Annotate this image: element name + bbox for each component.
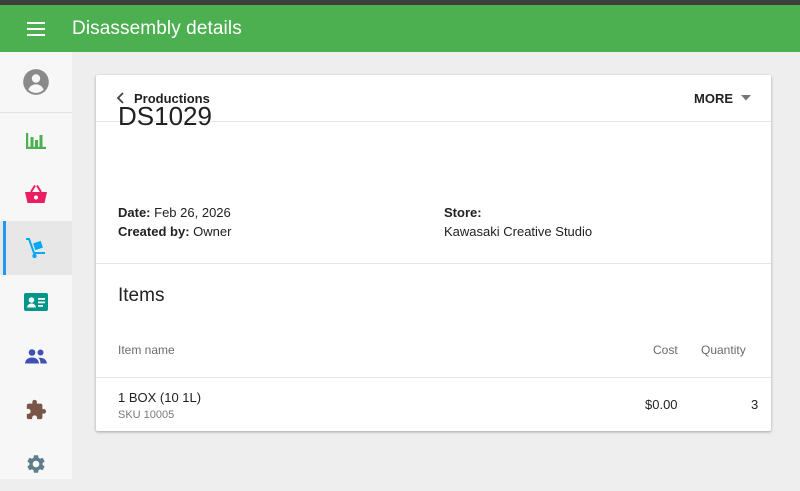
document-id: DS1029 xyxy=(118,101,212,131)
created-by-label: Created by: xyxy=(118,224,190,239)
item-quantity: 3 xyxy=(751,397,759,412)
gear-icon xyxy=(27,455,45,473)
sidebar-item-employees[interactable] xyxy=(0,329,72,383)
date-row: Date: Feb 26, 2026 xyxy=(118,203,231,222)
sidebar-item-sales[interactable] xyxy=(0,167,72,221)
sidebar-item-inventory[interactable] xyxy=(0,221,72,275)
store-value: Kawasaki Creative Studio xyxy=(444,224,593,239)
sidebar-item-integrations[interactable] xyxy=(0,383,72,437)
date-label: Date: xyxy=(118,205,151,220)
caret-down-icon xyxy=(741,95,751,101)
section-divider xyxy=(96,263,771,264)
store-label: Store: xyxy=(444,205,482,220)
item-name: 1 BOX (10 1L) xyxy=(118,390,202,405)
meta-left: Date: Feb 26, 2026 Created by: Owner xyxy=(118,203,231,241)
created-by-value: Owner xyxy=(193,224,232,239)
puzzle-icon xyxy=(26,399,47,420)
people-icon xyxy=(25,349,47,364)
column-header-cost: Cost xyxy=(653,343,678,357)
sidebar-item-reports[interactable] xyxy=(0,113,72,167)
basket-icon xyxy=(25,184,47,203)
item-sku: SKU 10005 xyxy=(118,409,175,421)
created-by-row: Created by: Owner xyxy=(118,222,231,241)
hamburger-menu-icon xyxy=(27,21,45,36)
meta-right: Store: Kawasaki Creative Studio xyxy=(444,203,592,241)
column-header-quantity: Quantity xyxy=(701,343,746,357)
sidebar-item-settings[interactable] xyxy=(0,437,72,491)
bar-chart-icon xyxy=(26,133,46,149)
more-button-label: MORE xyxy=(694,90,733,106)
more-button[interactable]: MORE xyxy=(694,91,751,106)
menu-button[interactable] xyxy=(0,5,72,52)
date-value: Feb 26, 2026 xyxy=(154,205,231,220)
hand-truck-icon xyxy=(26,238,45,259)
table-header-divider xyxy=(96,377,771,378)
item-cost: $0.00 xyxy=(645,397,678,412)
column-header-item-name: Item name xyxy=(118,343,175,357)
account-circle-icon xyxy=(23,69,49,95)
sidebar xyxy=(0,52,72,479)
page-title: Disassembly details xyxy=(72,17,242,39)
sidebar-item-account[interactable] xyxy=(0,52,72,113)
items-section-title: Items xyxy=(118,285,165,306)
contact-card-icon xyxy=(24,293,48,311)
sidebar-item-customers[interactable] xyxy=(0,275,72,329)
app-bar: Disassembly details xyxy=(0,5,800,52)
disassembly-card: Productions MORE DS1029 Date: Feb 26, 20… xyxy=(96,75,771,431)
